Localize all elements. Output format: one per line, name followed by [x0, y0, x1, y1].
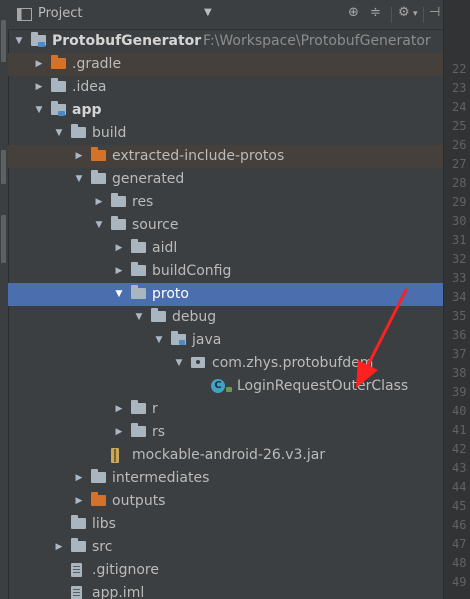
annotation-arrow [356, 288, 408, 388]
